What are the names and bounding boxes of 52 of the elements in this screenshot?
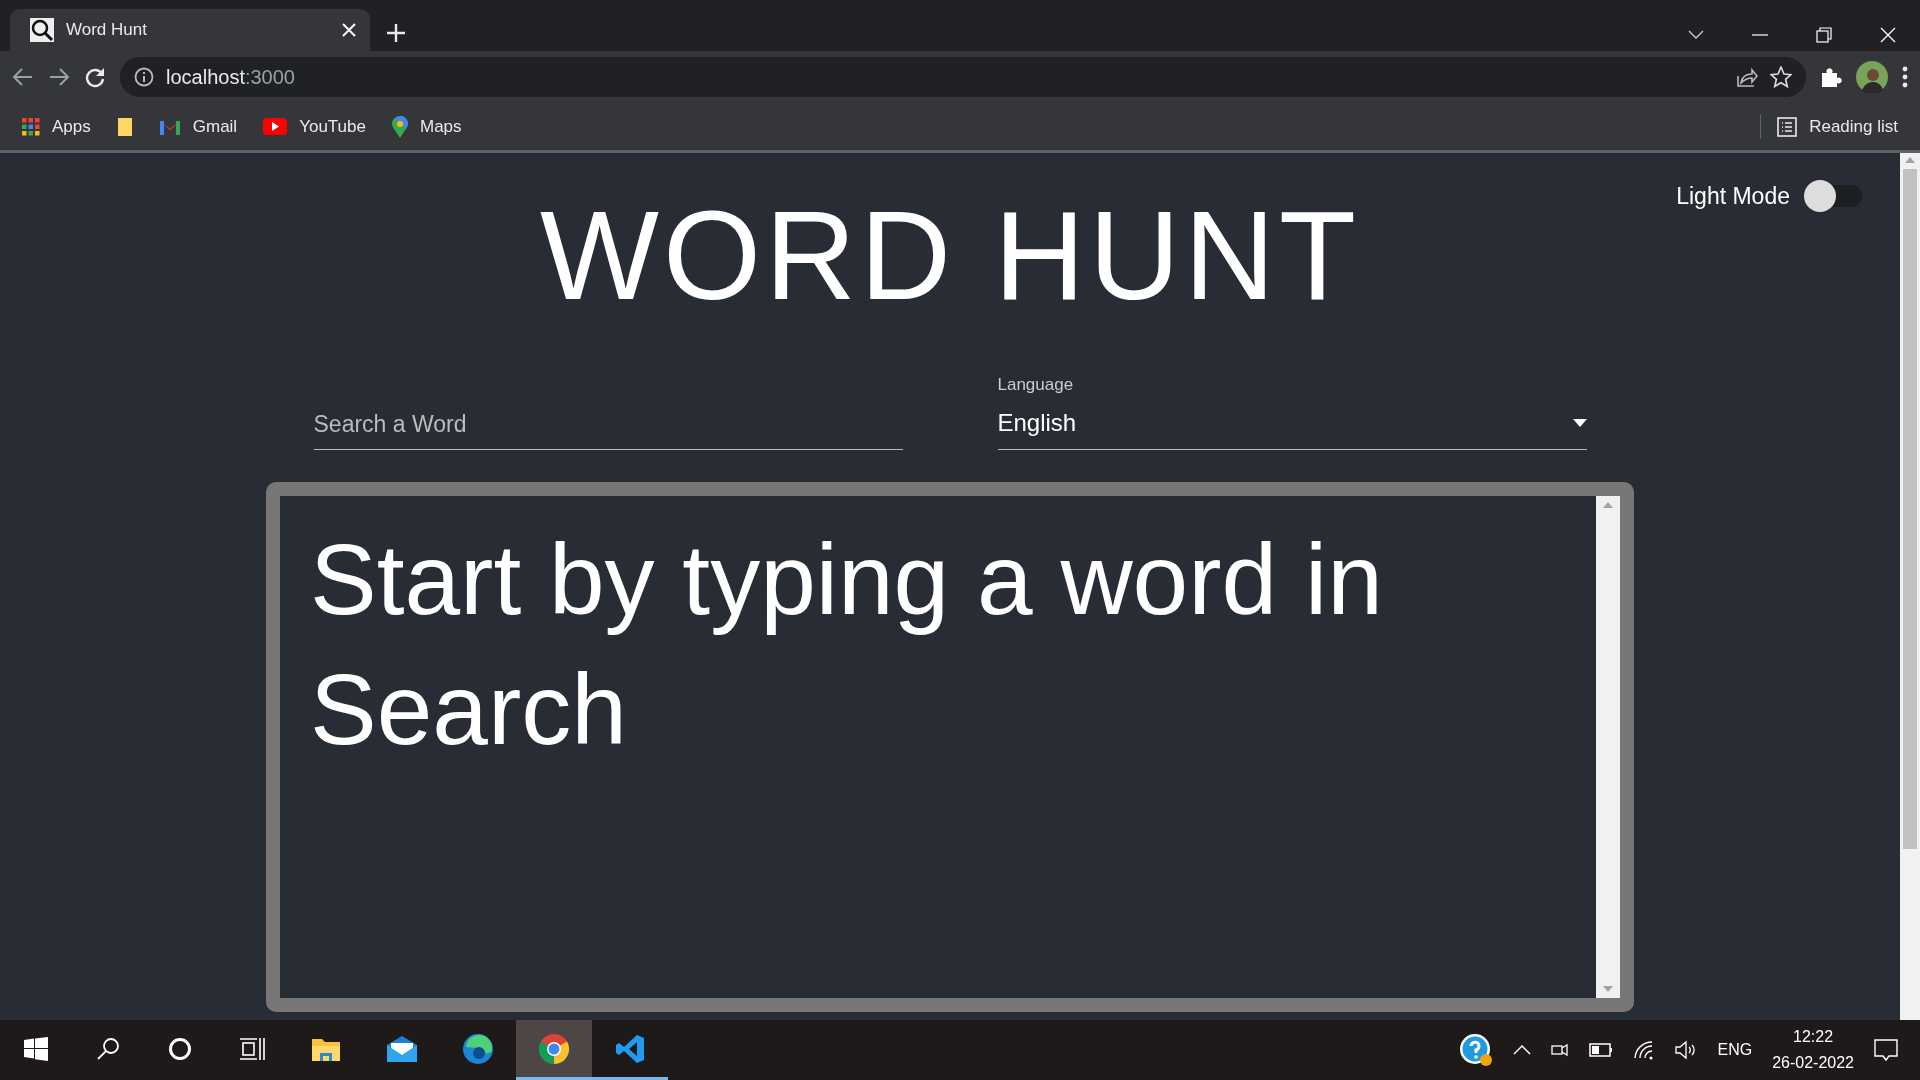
chevron-up-icon[interactable]	[1513, 1045, 1532, 1055]
share-icon[interactable]	[1736, 66, 1758, 88]
apps-grid-icon	[22, 117, 40, 136]
address-bar[interactable]: localhost:3000	[120, 57, 1806, 97]
speaker-icon[interactable]	[1675, 1040, 1698, 1060]
search-icon[interactable]	[96, 1036, 120, 1061]
language-select[interactable]: Language English	[997, 379, 1587, 450]
windows-icon[interactable]	[24, 1036, 48, 1061]
scrollbar[interactable]	[1900, 153, 1920, 1020]
bookmark-link[interactable]: Apps	[22, 113, 91, 140]
placeholder-message: Start by typing a word in Search	[309, 522, 1384, 767]
bookmark-link[interactable]: Maps	[391, 113, 462, 140]
help-icon[interactable]	[1459, 1033, 1494, 1067]
swirl-icon	[462, 1032, 494, 1065]
mail-icon	[158, 118, 181, 135]
reload-icon[interactable]	[84, 66, 106, 88]
avatar[interactable]	[1856, 61, 1888, 93]
restore-icon[interactable]	[1816, 27, 1832, 43]
more-icon[interactable]	[1902, 66, 1908, 88]
code-editor-icon	[615, 1033, 645, 1064]
notification-icon[interactable]	[1874, 1038, 1898, 1062]
clock[interactable]: 12:22 26-02-2022	[1772, 1024, 1854, 1076]
app-title: WORD HUNT	[540, 193, 1360, 319]
input-language[interactable]: ENG	[1717, 1038, 1753, 1062]
bookmark-link[interactable]: Gmail	[158, 113, 238, 140]
battery-icon[interactable]	[1589, 1043, 1614, 1057]
chrome-logo-icon	[538, 1032, 570, 1065]
map-pin-icon	[391, 115, 408, 138]
bookmark-link[interactable]: YouTube	[263, 113, 366, 140]
search-field[interactable]: Search a Word	[313, 400, 903, 450]
close-icon[interactable]	[1880, 27, 1896, 43]
magnifier-icon	[30, 18, 54, 42]
folder-icon[interactable]	[116, 116, 133, 137]
circle-icon[interactable]	[168, 1036, 192, 1061]
back-icon[interactable]	[12, 66, 34, 88]
reading-list-link[interactable]: Reading list	[1760, 113, 1898, 140]
forward-icon[interactable]	[48, 66, 70, 88]
info-icon	[134, 67, 154, 87]
toggle-label: Light Mode	[1676, 182, 1790, 211]
puzzle-icon[interactable]	[1820, 66, 1842, 88]
url-text: localhost:3000	[166, 65, 296, 90]
star-icon[interactable]	[1770, 66, 1792, 88]
toggle-switch[interactable]	[1804, 180, 1864, 213]
selected-value: English	[997, 408, 1077, 438]
task-view-icon[interactable]	[239, 1036, 265, 1061]
envelope-icon	[386, 1034, 418, 1063]
new-tab-icon[interactable]	[386, 23, 406, 43]
play-icon	[263, 118, 288, 135]
list-icon	[1777, 116, 1798, 137]
caret-icon	[1572, 419, 1587, 427]
chevron-down-icon[interactable]	[1688, 30, 1704, 40]
close-icon[interactable]	[342, 23, 356, 37]
